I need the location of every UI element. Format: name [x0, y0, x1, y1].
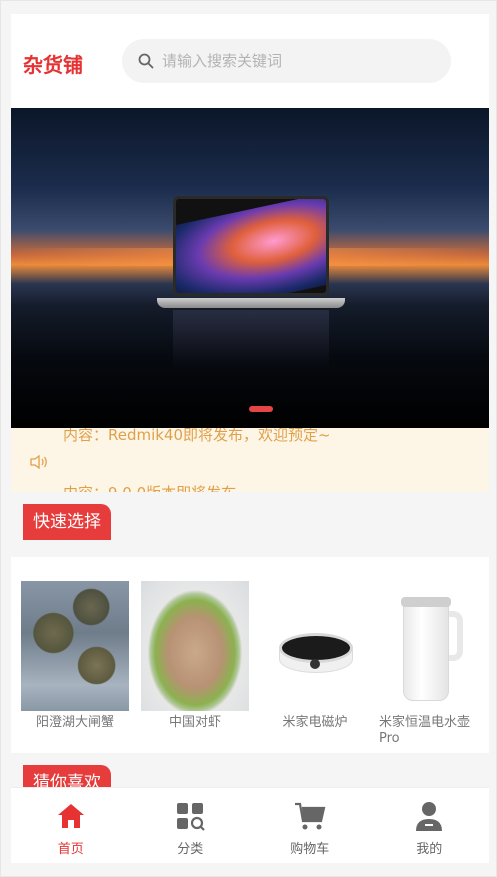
user-icon — [413, 800, 445, 832]
product-name: 中国对虾 — [168, 715, 221, 730]
product-name: 米家电磁炉 — [282, 715, 348, 730]
kettle-handle — [449, 611, 463, 661]
search-bar[interactable] — [122, 39, 451, 83]
header: 杂货铺 — [11, 14, 489, 108]
kettle-body — [403, 601, 449, 701]
tab-label: 购物车 — [290, 842, 330, 857]
tab-mine[interactable]: 我的 — [370, 788, 490, 863]
product-image-induction-cooker — [261, 581, 369, 711]
home-icon — [55, 800, 87, 832]
banner-laptop-base — [157, 298, 345, 308]
quick-select-title: 快速选择 — [23, 504, 111, 540]
search-input[interactable] — [162, 52, 422, 70]
speaker-icon — [29, 454, 49, 470]
notice-text: 内容：Redmik40即将发布，欢迎预定~ — [63, 428, 331, 444]
notice-bar[interactable]: 内容：Redmik40即将发布，欢迎预定~ 内容：9.0.0版本即将发布 — [11, 428, 489, 492]
tab-home[interactable]: 首页 — [11, 788, 131, 863]
tab-category[interactable]: 分类 — [131, 788, 251, 863]
product-name: 阳澄湖大闸蟹 — [35, 715, 114, 730]
cart-icon — [294, 800, 326, 832]
quick-select-list: 阳澄湖大闸蟹 中国对虾 米家电磁炉 米家恒温电水壶Pro — [11, 557, 489, 753]
banner-carousel[interactable] — [11, 108, 489, 428]
tab-cart[interactable]: 购物车 — [250, 788, 370, 863]
banner-laptop-reflection — [173, 310, 329, 370]
product-image-kettle — [379, 581, 487, 711]
product-image-shrimp — [141, 581, 249, 711]
category-icon — [174, 800, 206, 832]
product-item[interactable]: 中国对虾 — [141, 581, 249, 731]
banner-laptop-screen — [173, 196, 329, 296]
tab-label: 首页 — [57, 842, 84, 857]
notice-text: 内容：9.0.0版本即将发布 — [63, 482, 236, 492]
tab-label: 分类 — [177, 842, 204, 857]
product-item[interactable]: 米家恒温电水壶Pro — [379, 581, 487, 747]
stove-knob — [310, 659, 320, 669]
tab-label: 我的 — [416, 842, 443, 857]
kettle-lid — [401, 597, 451, 607]
carousel-indicator-active[interactable] — [249, 406, 273, 412]
product-name: 米家恒温电水壶Pro — [379, 715, 471, 746]
product-item[interactable]: 米家电磁炉 — [261, 581, 369, 731]
product-item[interactable]: 阳澄湖大闸蟹 — [21, 581, 129, 731]
product-image-crabs — [21, 581, 129, 711]
tab-bar: 首页 分类 购物车 我的 — [11, 787, 489, 863]
logo: 杂货铺 — [23, 53, 83, 77]
search-icon — [138, 53, 154, 69]
app-page: 杂货铺 内容：Redmik40即将发布，欢迎预定~ 内容：9.0.0版本即将发布… — [0, 0, 497, 877]
